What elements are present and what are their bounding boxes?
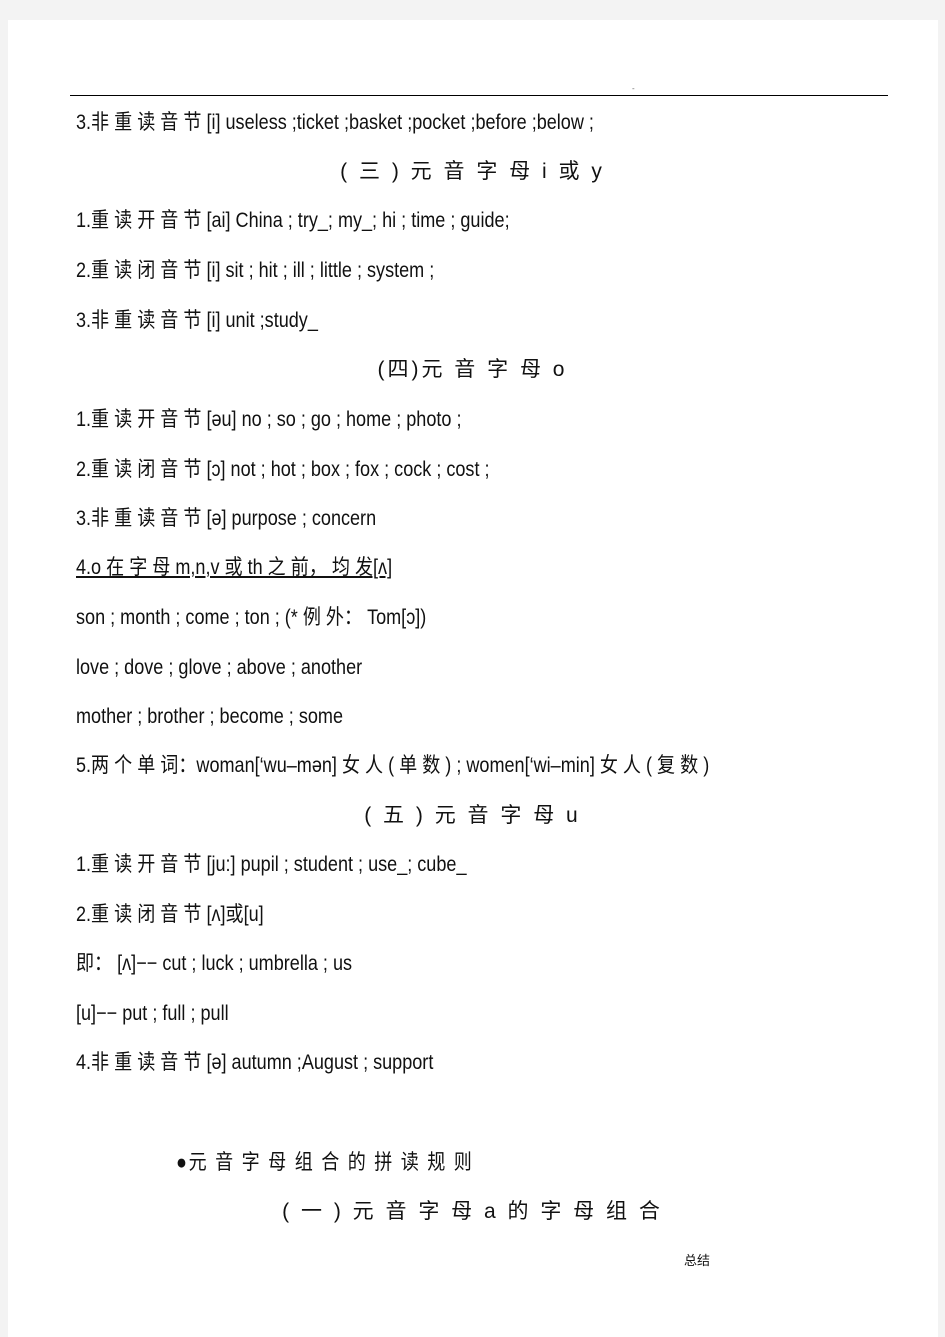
text-line: 2.重 读 闭 音 节 [ʌ]或[u] <box>76 903 264 926</box>
header-mark: - <box>632 84 635 93</box>
text-line: 即： [ʌ]−− cut ; luck ; umbrella ; us <box>76 952 353 975</box>
text-line: 2.重 读 闭 音 节 [ɔ] not ; hot ; box ; fox ; … <box>76 458 490 481</box>
text-line: 1.重 读 开 音 节 [ai] China ; try_; my_; hi ;… <box>76 209 510 232</box>
text-line: 2.重 读 闭 音 节 [i] sit ; hit ; ill ; little… <box>76 259 435 282</box>
text-line: love ; dove ; glove ; above ; another <box>76 656 363 679</box>
header-rule <box>70 95 888 96</box>
text-line: 4.o 在 字 母 m,n,v 或 th 之 前， 均 发[ʌ] <box>76 556 393 579</box>
text-line: 3.非 重 读 音 节 [i] useless ;ticket ;basket … <box>76 111 594 134</box>
section-heading: ( 五 ) 元 音 字 母 u <box>364 804 581 827</box>
page-footer: 总结 <box>684 1253 711 1268</box>
text-line: 1.重 读 开 音 节 [ju:] pupil ; student ; use_… <box>76 853 467 876</box>
text-line: [u]−− put ; full ; pull <box>76 1002 229 1025</box>
text-line: 3.非 重 读 音 节 [ə] purpose ; concern <box>76 507 377 530</box>
section-heading: (四)元 音 字 母 o <box>377 358 568 381</box>
text-line: ●元 音 字 母 组 合 的 拼 读 规 则 <box>176 1151 474 1174</box>
text-line: 1.重 读 开 音 节 [əu] no ; so ; go ; home ; p… <box>76 408 462 431</box>
text-line: mother ; brother ; become ; some <box>76 705 344 728</box>
text-line: 5.两 个 单 词：woman[‘wu–mən] 女 人 ( 单 数 ) ; w… <box>76 754 710 777</box>
text-line: 3.非 重 读 音 节 [i] unit ;study_ <box>76 309 318 332</box>
text-line: son ; month ; come ; ton ; (* 例 外： Tom[ɔ… <box>76 606 427 629</box>
text-line: 4.非 重 读 音 节 [ə] autumn ;August ; support <box>76 1051 434 1074</box>
section-heading: ( 一 ) 元 音 字 母 a 的 字 母 组 合 <box>282 1200 663 1223</box>
section-heading: ( 三 ) 元 音 字 母 i 或 y <box>340 160 605 183</box>
